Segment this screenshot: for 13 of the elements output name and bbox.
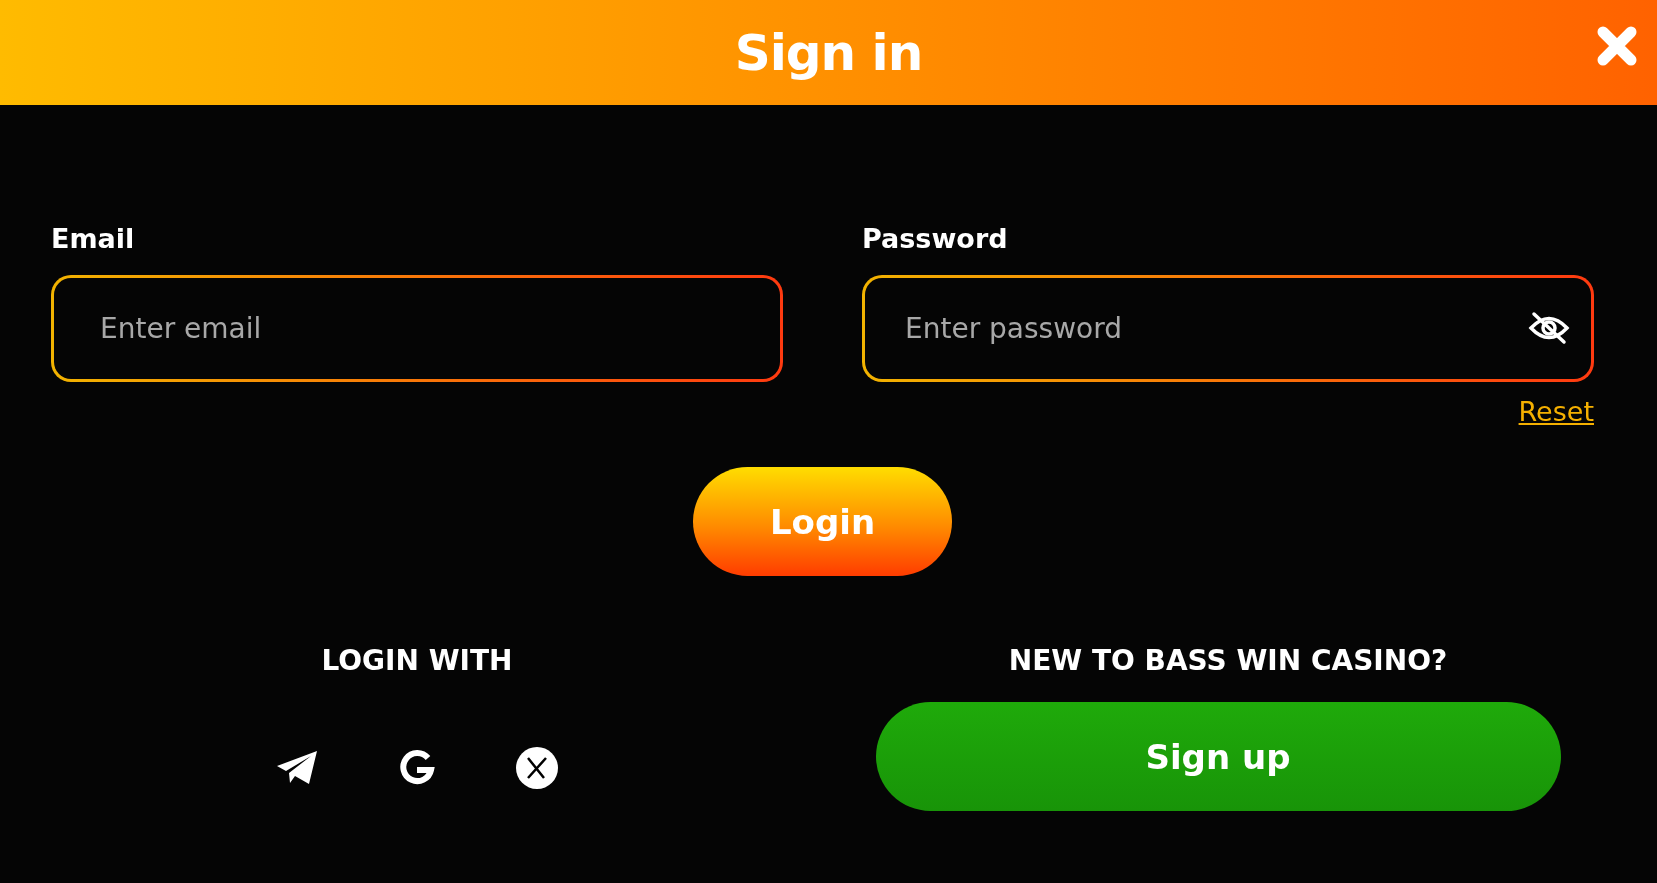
- eye-slash-icon[interactable]: [1528, 311, 1570, 345]
- signup-button[interactable]: Sign up: [875, 702, 1561, 811]
- field-label: Password: [862, 223, 1009, 256]
- x-logo-icon[interactable]: [515, 746, 559, 790]
- paper-plane-icon[interactable]: [275, 749, 319, 787]
- password-field[interactable]: Enter password: [862, 275, 1594, 382]
- reset-link[interactable]: Reset: [1518, 396, 1594, 427]
- field-label: Email: [51, 223, 136, 256]
- email-field[interactable]: Enter email: [51, 275, 783, 382]
- login-button[interactable]: Login: [693, 467, 952, 576]
- signup-prompt: NEW TO BASS WIN CASINO?: [1008, 643, 1448, 679]
- window-title: Sign in: [734, 23, 923, 82]
- login-with-heading: LOGIN WITH: [321, 643, 513, 679]
